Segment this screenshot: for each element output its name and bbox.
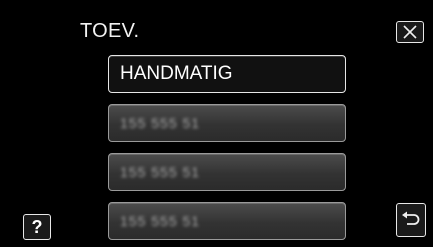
close-icon	[403, 25, 417, 39]
help-icon: ?	[31, 216, 43, 237]
menu-item-option[interactable]: 155 555 51	[108, 202, 346, 240]
menu-item-label: 155 555 51	[120, 164, 201, 180]
menu-item-label: 155 555 51	[120, 213, 201, 229]
menu-item-option[interactable]: 155 555 51	[108, 153, 346, 191]
menu-title: TOEV.	[80, 20, 140, 42]
back-button[interactable]	[396, 203, 426, 237]
close-button[interactable]	[396, 21, 424, 43]
return-arrow-icon	[402, 211, 420, 225]
menu-item-handmatig[interactable]: HANDMATIG	[108, 55, 346, 93]
menu-item-label: 155 555 51	[120, 115, 201, 131]
menu-screen: TOEV. HANDMATIG 155 555 51 155 555 51 15…	[0, 0, 433, 247]
help-button[interactable]: ?	[23, 214, 51, 240]
menu-item-label: HANDMATIG	[120, 63, 233, 84]
menu-item-option[interactable]: 155 555 51	[108, 104, 346, 142]
